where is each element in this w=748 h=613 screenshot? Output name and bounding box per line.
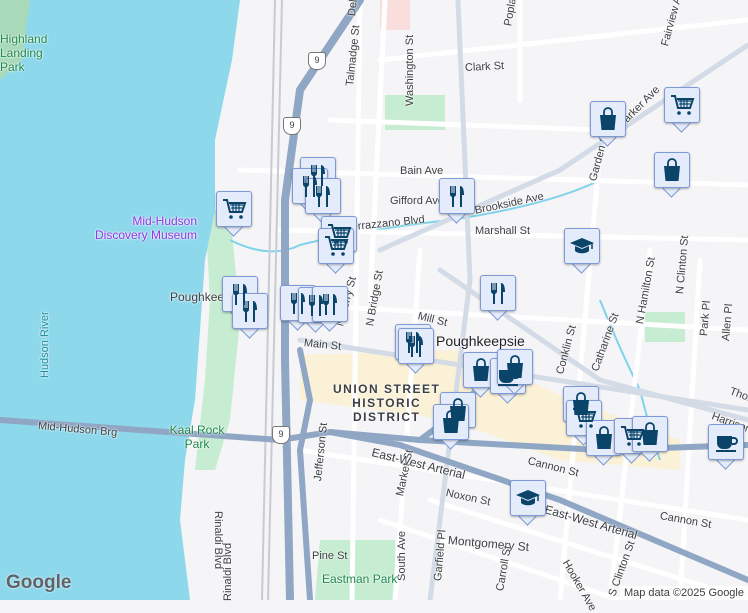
restaurant-icon bbox=[408, 336, 423, 357]
map-marker-cart[interactable] bbox=[664, 87, 700, 133]
restaurant-icon bbox=[490, 283, 505, 304]
river-label: Hudson River bbox=[39, 311, 51, 378]
museum-name-line2: Discovery Museum bbox=[95, 228, 198, 242]
museum-label[interactable]: Mid-Hudson Discovery Museum bbox=[95, 214, 197, 242]
bag-icon bbox=[507, 355, 523, 378]
bag-icon bbox=[642, 422, 658, 445]
map-marker-restaurant[interactable] bbox=[312, 286, 348, 332]
street-label: Marshall St bbox=[475, 225, 531, 237]
coffee-icon bbox=[716, 436, 738, 452]
street-label: Washington St bbox=[404, 34, 416, 106]
cart-icon bbox=[671, 95, 695, 115]
bag-icon bbox=[443, 410, 459, 433]
bag-icon bbox=[473, 358, 489, 381]
district-line: DISTRICT bbox=[353, 410, 421, 424]
cart-icon bbox=[325, 236, 349, 256]
school-icon bbox=[516, 490, 540, 506]
map-marker-restaurant[interactable] bbox=[398, 328, 434, 374]
map-marker-restaurant[interactable] bbox=[232, 293, 268, 339]
map-marker-bag[interactable] bbox=[654, 152, 690, 198]
district-label: UNION STREET HISTORIC DISTRICT bbox=[333, 382, 440, 424]
street-label: South Ave bbox=[396, 531, 408, 581]
map-marker-restaurant[interactable] bbox=[439, 178, 475, 224]
park-label: Kaal Rock Park bbox=[169, 423, 225, 451]
district-line: UNION STREET bbox=[333, 382, 441, 396]
bag-icon bbox=[664, 158, 680, 181]
map-marker-school[interactable] bbox=[510, 480, 546, 526]
map-marker-school[interactable] bbox=[564, 228, 600, 274]
map-marker-bag[interactable] bbox=[632, 416, 668, 462]
cart-icon bbox=[223, 199, 247, 219]
park-label: Highland Landing Park bbox=[0, 32, 48, 74]
restaurant-icon bbox=[322, 294, 337, 315]
map-marker-bag[interactable] bbox=[590, 101, 626, 147]
street-label: Clark St bbox=[464, 59, 505, 74]
restaurant-icon bbox=[449, 186, 464, 207]
street-label: Bain Ave bbox=[400, 165, 444, 177]
map-attribution[interactable]: Map data ©2025 Google bbox=[619, 586, 748, 600]
restaurant-icon bbox=[315, 186, 330, 207]
google-logo: Google bbox=[6, 572, 72, 593]
street-label: Pine St bbox=[312, 550, 348, 562]
city-label: Poughkeepsie bbox=[436, 333, 525, 349]
map-marker-cart[interactable] bbox=[216, 191, 252, 237]
district-line: HISTORIC bbox=[352, 396, 422, 410]
map-marker-coffee[interactable] bbox=[708, 424, 744, 470]
map-marker-cart[interactable] bbox=[318, 228, 354, 274]
route-9-shield: 9 bbox=[283, 117, 301, 135]
bag-icon bbox=[600, 107, 616, 130]
museum-name-line1: Mid-Hudson bbox=[132, 214, 198, 228]
route-9-shield: 9 bbox=[272, 426, 290, 444]
street-label: Gifford Ave bbox=[390, 195, 445, 207]
map-marker-bag[interactable] bbox=[433, 404, 469, 450]
bag-icon bbox=[596, 426, 612, 449]
school-icon bbox=[570, 238, 594, 254]
park-label: Eastman Park bbox=[322, 572, 398, 586]
route-9-shield: 9 bbox=[308, 52, 326, 70]
map-marker-restaurant[interactable] bbox=[480, 275, 516, 321]
street-label: Rinaldi Blvd bbox=[222, 542, 234, 601]
restaurant-icon bbox=[242, 301, 257, 322]
